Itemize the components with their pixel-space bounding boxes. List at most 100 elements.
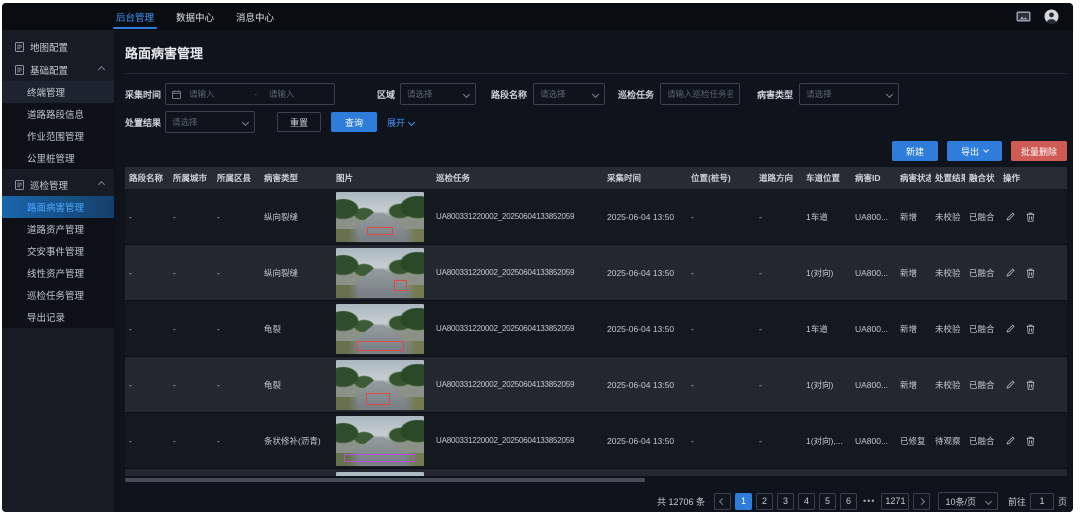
cell-disease-id: UA800... [851, 212, 896, 222]
scrollbar-thumb[interactable] [125, 478, 645, 482]
per-page-select[interactable]: 10条/页 [938, 492, 998, 510]
page-button-6[interactable]: 6 [840, 493, 857, 510]
collect-time-range-input[interactable]: 请输入 - 请输入 [165, 83, 335, 105]
export-button[interactable]: 导出 [947, 141, 1002, 161]
export-label: 导出 [961, 145, 979, 158]
prev-page-button[interactable] [714, 493, 731, 510]
disease-photo[interactable] [336, 416, 424, 466]
page-button-last[interactable]: 1271 [881, 493, 909, 510]
delete-icon[interactable] [1026, 212, 1035, 222]
col-operations: 操作 [999, 172, 1067, 184]
start-date-placeholder: 请输入 [189, 88, 248, 100]
col-status: 病害状态 [896, 172, 931, 184]
search-button[interactable]: 查询 [331, 112, 377, 132]
table-row: - - - 纵向裂缝 UA800331220002_20250604133852… [125, 189, 1067, 245]
sidebar-item-road-disease-mgmt[interactable]: 路面病害管理 [2, 196, 114, 218]
goto-page-input[interactable] [1030, 493, 1054, 510]
tab-label: 消息中心 [236, 10, 274, 24]
sidebar-item-traffic-safety-event-mgmt[interactable]: 交安事件管理 [2, 240, 114, 262]
sidebar-item-road-asset-mgmt[interactable]: 道路资产管理 [2, 218, 114, 240]
delete-icon[interactable] [1026, 380, 1035, 390]
region-label: 区域 [377, 88, 395, 101]
tab-backend-management[interactable]: 后台管理 [105, 3, 165, 30]
cell-lane: 1车道 [802, 323, 851, 335]
disease-photo[interactable] [336, 360, 424, 410]
cell-disease-type: 条状修补(沥青) [260, 435, 332, 447]
sidebar-item-terminal-mgmt[interactable]: 终端管理 [2, 81, 114, 103]
cell-time: 2025-06-04 13:50 [603, 380, 687, 390]
topbar: 后台管理 数据中心 消息中心 [2, 3, 1073, 30]
delete-icon[interactable] [1026, 324, 1035, 334]
cell-image [332, 192, 432, 242]
tab-label: 后台管理 [116, 10, 154, 24]
edit-icon[interactable] [1006, 268, 1015, 277]
app-window: 后台管理 数据中心 消息中心 地图配置 基础配置 [2, 3, 1073, 512]
sidebar-item-linear-asset-mgmt[interactable]: 线性资产管理 [2, 262, 114, 284]
sidebar-item-road-section-info[interactable]: 道路路段信息 [2, 103, 114, 125]
expand-filters-link[interactable]: 展开 [387, 116, 414, 129]
disease-photo[interactable] [336, 304, 424, 354]
result-select[interactable]: 请选择 [165, 111, 255, 133]
sidebar-item-milestone-mgmt[interactable]: 公里桩管理 [2, 147, 114, 169]
sidebar-item-label: 巡检管理 [30, 178, 68, 192]
sidebar-item-work-scope-mgmt[interactable]: 作业范围管理 [2, 125, 114, 147]
cell-time: 2025-06-04 13:50 [603, 268, 687, 278]
sidebar-item-inspection-mgmt[interactable]: 巡检管理 [2, 173, 114, 196]
end-date-placeholder: 请输入 [263, 88, 328, 100]
table-actions: 新建 导出 批量删除 [125, 141, 1067, 161]
road-name-select[interactable]: 请选择 [533, 83, 605, 105]
cell-time: 2025-06-04 13:50 [603, 324, 687, 334]
cell-operations [999, 324, 1067, 334]
edit-icon[interactable] [1006, 380, 1015, 389]
sidebar: 地图配置 基础配置 终端管理 道路路段信息 作业范围管理 公里桩管理 巡检管理 … [2, 30, 114, 512]
reset-button[interactable]: 重置 [277, 112, 321, 132]
new-button[interactable]: 新建 [892, 141, 938, 161]
cell-disease-id: UA800... [851, 268, 896, 278]
sidebar-item-export-records[interactable]: 导出记录 [2, 306, 114, 328]
task-input[interactable] [667, 89, 733, 99]
page-button-4[interactable]: 4 [798, 493, 815, 510]
region-select[interactable]: 请选择 [400, 83, 476, 105]
cell-position: - [687, 380, 755, 390]
table-row: - - - 条状修补(沥青) UA800331220002_2025060413… [125, 413, 1067, 469]
tab-data-center[interactable]: 数据中心 [165, 3, 225, 30]
cell-city: - [169, 436, 213, 446]
disease-photo[interactable] [336, 248, 424, 298]
cell-result: 未校验 [931, 323, 965, 335]
cell-position: - [687, 324, 755, 334]
screenshot-icon[interactable] [1016, 11, 1031, 23]
user-avatar-icon[interactable] [1044, 9, 1059, 24]
tab-message-center[interactable]: 消息中心 [225, 3, 285, 30]
cell-position: - [687, 212, 755, 222]
delete-icon[interactable] [1026, 268, 1035, 278]
cell-city: - [169, 268, 213, 278]
expand-label: 展开 [387, 116, 405, 129]
next-page-button[interactable] [913, 493, 930, 510]
table-row: - - - 龟裂 UA800331220002_2025060413385205… [125, 301, 1067, 357]
cell-position: - [687, 268, 755, 278]
cell-fusion: 已融合 [965, 323, 999, 335]
page-button-3[interactable]: 3 [777, 493, 794, 510]
page-button-1[interactable]: 1 [735, 493, 752, 510]
col-road-name: 路段名称 [125, 172, 169, 184]
sidebar-item-basic-config[interactable]: 基础配置 [2, 58, 114, 81]
page-button-2[interactable]: 2 [756, 493, 773, 510]
edit-icon[interactable] [1006, 324, 1015, 333]
chevron-down-icon [985, 497, 992, 504]
chevron-down-icon [242, 118, 249, 125]
edit-icon[interactable] [1006, 436, 1015, 445]
task-label: 巡检任务 [618, 88, 654, 101]
disease-type-select[interactable]: 请选择 [799, 83, 899, 105]
cell-direction: - [755, 380, 802, 390]
disease-photo[interactable] [336, 192, 424, 242]
sidebar-item-inspection-task-mgmt[interactable]: 巡检任务管理 [2, 284, 114, 306]
more-pages-ellipsis[interactable]: ••• [861, 496, 877, 506]
sidebar-item-map-config[interactable]: 地图配置 [2, 35, 114, 58]
result-placeholder: 请选择 [172, 116, 198, 128]
batch-delete-button[interactable]: 批量删除 [1011, 141, 1067, 161]
page-button-5[interactable]: 5 [819, 493, 836, 510]
edit-icon[interactable] [1006, 212, 1015, 221]
main-content: 路面病害管理 采集时间 请输入 - 请输入 区域 请选择 路段名称 请选择 [114, 30, 1073, 512]
delete-icon[interactable] [1026, 436, 1035, 446]
chevron-down-icon [463, 90, 470, 97]
